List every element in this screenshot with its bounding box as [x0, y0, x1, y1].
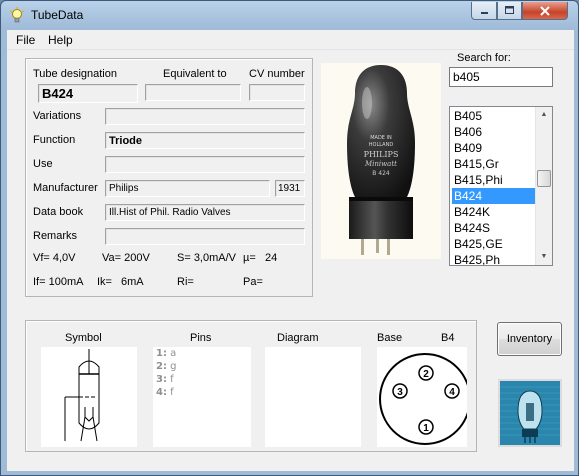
- menu-file[interactable]: File: [16, 33, 35, 47]
- equivalent-to-label: Equivalent to: [163, 68, 227, 80]
- minimize-icon: [480, 12, 488, 14]
- window-title: TubeData: [31, 8, 84, 22]
- mu-label: µ=: [243, 252, 256, 264]
- scroll-down-icon[interactable]: ▼: [536, 249, 552, 265]
- equivalent-to-field[interactable]: [145, 84, 241, 101]
- base-diagram: 1 2 3 4: [379, 353, 471, 445]
- pin-row: 2: g: [156, 361, 177, 372]
- remarks-field[interactable]: [105, 228, 305, 245]
- base-pin-label: 1: [423, 423, 429, 434]
- variations-label: Variations: [33, 110, 82, 122]
- list-item[interactable]: B425,GE: [452, 236, 536, 252]
- list-item[interactable]: B406: [452, 124, 536, 140]
- pin-row: 4: f: [156, 387, 174, 398]
- inventory-button[interactable]: Inventory: [497, 322, 562, 356]
- list-item[interactable]: B424K: [452, 204, 536, 220]
- maximize-icon: [505, 6, 514, 14]
- base-panel: 1 2 3 4: [377, 347, 471, 447]
- va-value: Va= 200V: [102, 252, 150, 264]
- use-field[interactable]: [105, 156, 305, 173]
- function-label: Function: [33, 134, 76, 146]
- diagram-panel: [265, 347, 361, 447]
- symbol-label: Symbol: [65, 332, 102, 344]
- menu-bar: File Help: [7, 30, 574, 50]
- s-value: S= 3,0mA/V: [177, 252, 237, 264]
- list-item[interactable]: B409: [452, 140, 536, 156]
- manufacturer-label: Manufacturer: [33, 182, 98, 194]
- data-book-field[interactable]: Ill.Hist of Phil. Radio Valves: [105, 204, 305, 221]
- list-item[interactable]: B425,Ph: [452, 252, 536, 265]
- year-field[interactable]: 1931: [275, 180, 305, 197]
- cv-number-field[interactable]: [249, 84, 305, 101]
- menu-help[interactable]: Help: [48, 33, 73, 47]
- base-label: Base: [377, 332, 403, 344]
- tube-designation-label: Tube designation: [33, 68, 117, 80]
- vf-value: Vf= 4,0V: [33, 252, 76, 264]
- maximize-button[interactable]: [497, 2, 522, 20]
- list-item[interactable]: B415,Gr: [452, 156, 536, 172]
- diagram-label: Diagram: [277, 332, 319, 344]
- photo-philips: PHILIPS: [364, 150, 399, 159]
- base-pin-label: 4: [449, 387, 455, 398]
- scroll-thumb[interactable]: [537, 170, 551, 187]
- app-window: TubeData File Help Tube designation Equi…: [0, 0, 579, 476]
- pins-label: Pins: [190, 332, 212, 344]
- base-pin-label: 3: [397, 387, 403, 398]
- variations-field[interactable]: [105, 108, 305, 125]
- remarks-label: Remarks: [33, 230, 78, 242]
- photo-holland: HOLLAND: [369, 142, 394, 148]
- pins-panel: 1: a 2: g 3: f 4: f: [153, 347, 251, 447]
- mu-value: 24: [265, 252, 278, 264]
- ik-label: Ik=: [97, 276, 112, 288]
- pin-row: 1: a: [156, 348, 177, 359]
- pa-label: Pa=: [243, 276, 263, 288]
- symbol-panel: [41, 347, 137, 447]
- tube-listbox[interactable]: B405 B406 B409 B415,Gr B415,Phi B424 B424K B424…: [449, 106, 553, 266]
- photo-model: B 424: [372, 170, 390, 177]
- ik-value: 6mA: [121, 276, 144, 288]
- title-bar[interactable]: TubeData: [1, 1, 578, 29]
- list-item[interactable]: B415,Phi: [452, 172, 536, 188]
- list-item[interactable]: B405: [452, 108, 536, 124]
- list-scrollbar[interactable]: ▲ ▼: [535, 107, 552, 265]
- photo-miniwatt: Miniwatt: [364, 160, 397, 168]
- triode-symbol: [64, 349, 100, 442]
- manufacturer-field[interactable]: Philips: [105, 180, 270, 197]
- close-icon: [540, 5, 550, 16]
- client-area: File Help Tube designation Equivalent to…: [7, 30, 574, 471]
- tube-image: MADE IN HOLLAND PHILIPS Miniwatt B 424: [347, 65, 415, 255]
- if-value: If= 100mA: [33, 276, 84, 288]
- search-label: Search for:: [457, 52, 511, 64]
- base-value: B4: [441, 332, 455, 344]
- list-item[interactable]: B424S: [452, 220, 536, 236]
- lightbulb-icon: [9, 7, 25, 23]
- ri-label: Ri=: [177, 276, 194, 288]
- close-button[interactable]: [522, 2, 568, 20]
- base-pin-label: 2: [423, 369, 429, 380]
- photo-made-in: MADE IN: [370, 135, 392, 141]
- search-input[interactable]: [449, 67, 553, 87]
- data-book-label: Data book: [33, 206, 84, 218]
- pin-row: 3: f: [156, 374, 174, 385]
- tube-designation-field[interactable]: B424: [38, 84, 138, 103]
- tubedata-logo-icon: [498, 379, 562, 447]
- tube-photo: MADE IN HOLLAND PHILIPS Miniwatt B 424: [321, 63, 441, 259]
- use-label: Use: [33, 158, 53, 170]
- function-field[interactable]: Triode: [105, 132, 305, 149]
- cv-number-label: CV number: [249, 68, 305, 80]
- scroll-up-icon[interactable]: ▲: [536, 107, 552, 123]
- list-item[interactable]: B424: [452, 188, 536, 204]
- minimize-button[interactable]: [471, 2, 497, 20]
